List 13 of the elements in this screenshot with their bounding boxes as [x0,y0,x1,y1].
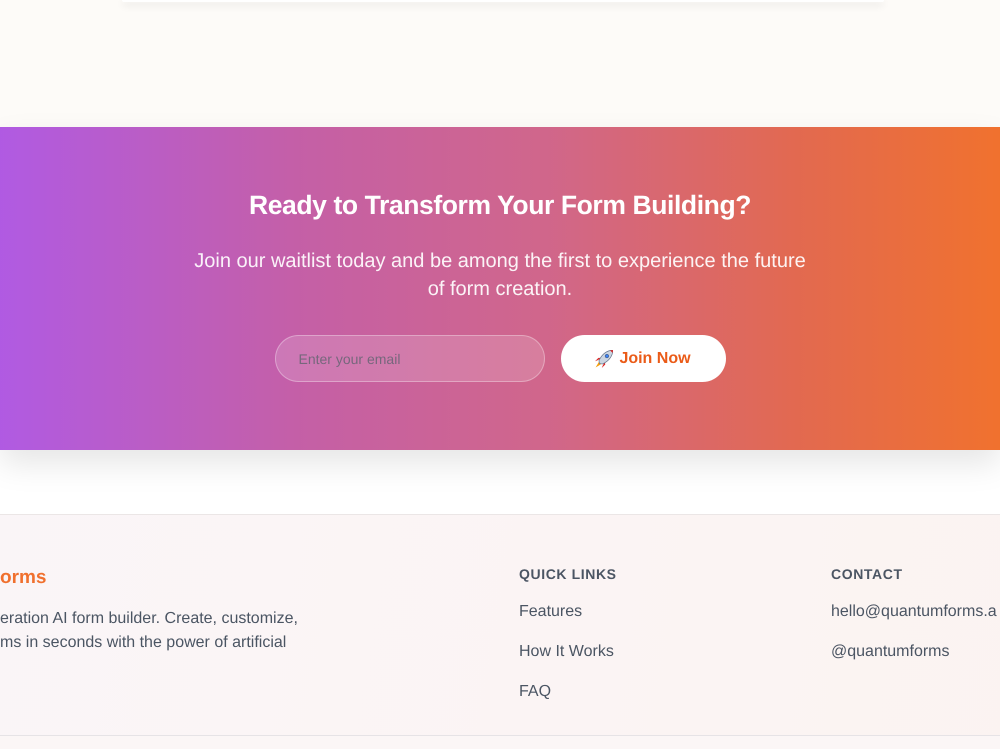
footer-link[interactable]: @quantumforms [831,640,950,664]
join-button[interactable]: Join Now [560,335,726,382]
brand-name: orms [0,566,46,590]
cta-subtitle: Join our waitlist today and be among the first to experience the future of form creation. [193,249,807,302]
cta-heading: Ready to Transform Your Form Building? [248,189,752,222]
brand-description: eration AI form builder. Create, customize, ms in seconds with the power of artificial [0,609,298,653]
column-heading: QUICK LINKS [519,565,617,584]
footer-link[interactable]: hello@quantumforms.a [831,600,997,624]
footer-link[interactable]: Features [519,600,582,624]
rocket-icon [595,350,614,368]
footer-link[interactable]: FAQ [519,680,552,704]
column-heading: CONTACT [831,565,903,584]
footer-link[interactable]: How It Works [519,640,614,664]
